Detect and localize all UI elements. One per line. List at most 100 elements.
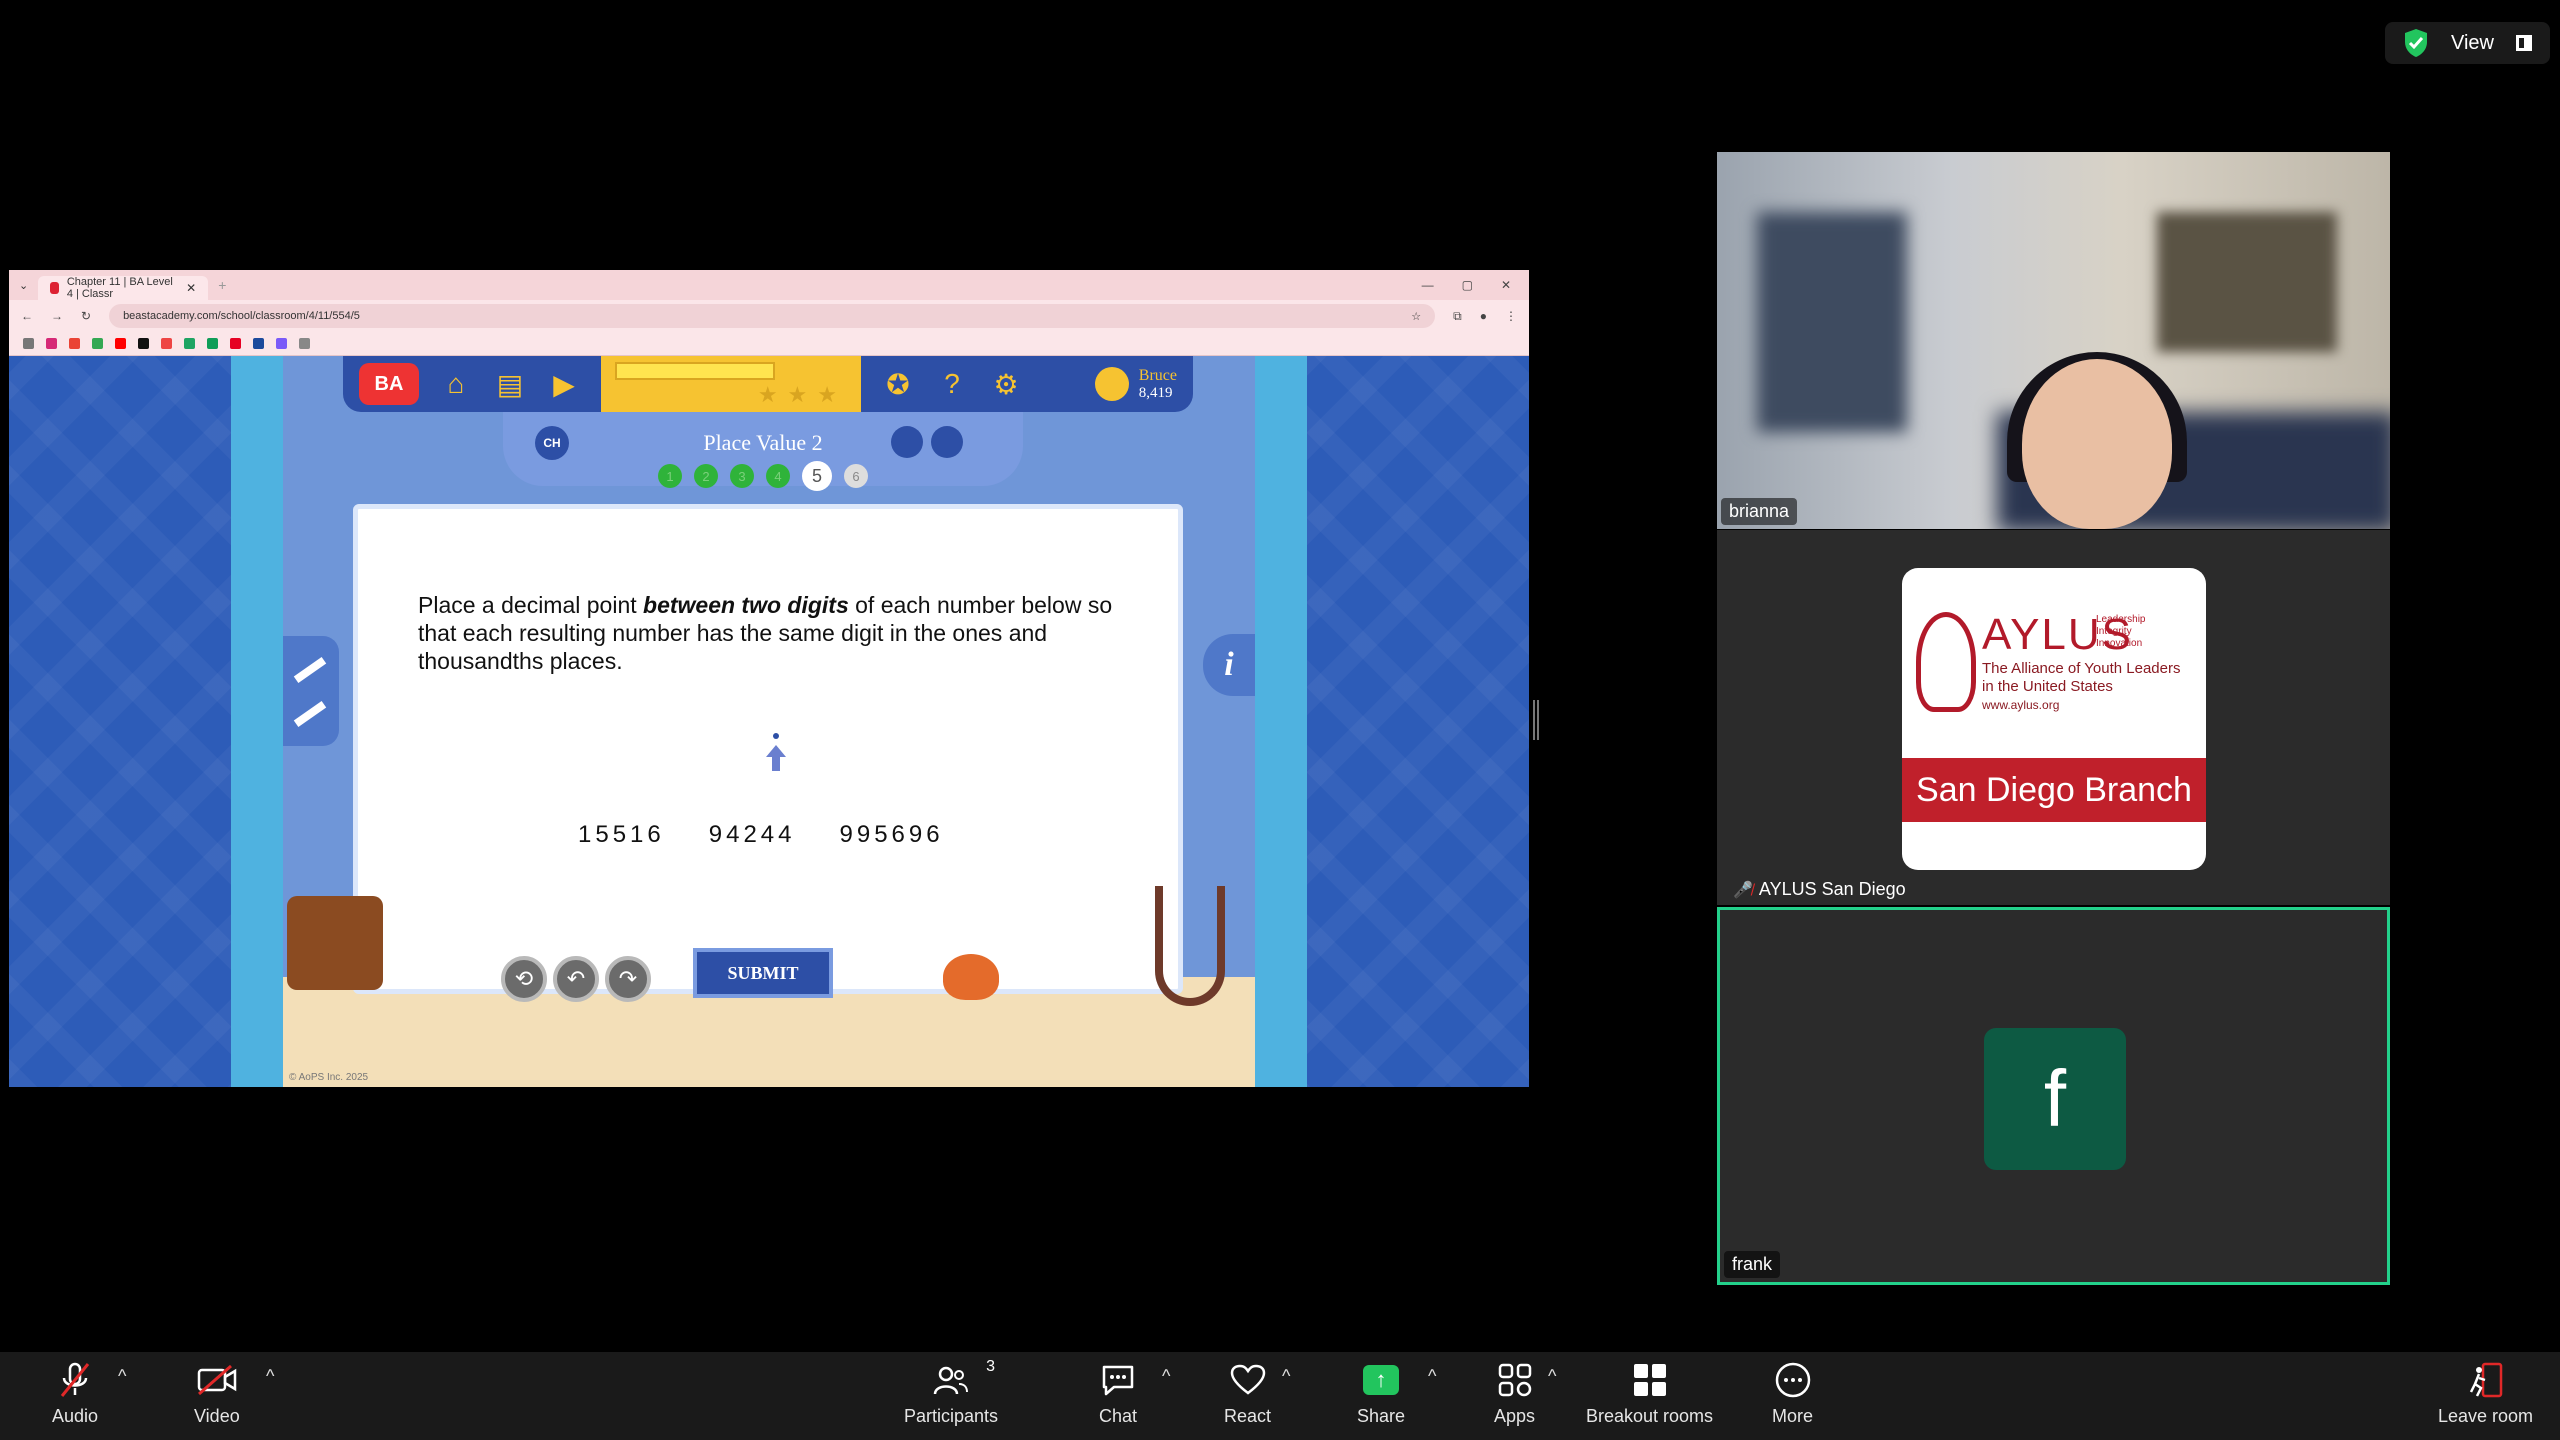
video-button[interactable]: Video: [194, 1360, 240, 1427]
tab-close-icon[interactable]: ✕: [186, 281, 196, 295]
info-button[interactable]: i: [1203, 634, 1255, 696]
url-text: beastacademy.com/school/classroom/4/11/5…: [123, 310, 360, 322]
breakout-label: Breakout rooms: [1586, 1406, 1714, 1426]
participant-name: frank: [1724, 1251, 1781, 1278]
apps-button[interactable]: Apps: [1494, 1360, 1535, 1427]
decimal-point-arrow-icon[interactable]: [764, 733, 788, 773]
folder-bookmark-icon[interactable]: [299, 338, 310, 349]
undo-icon[interactable]: ↶: [553, 956, 599, 1002]
video-options-caret-icon[interactable]: ^: [266, 1366, 274, 1387]
minimize-icon[interactable]: —: [1422, 278, 1434, 292]
chat-options-caret-icon[interactable]: ^: [1162, 1366, 1170, 1387]
new-tab-icon[interactable]: +: [218, 277, 226, 293]
shield-check-icon: [2405, 29, 2427, 57]
right-stripe: [1255, 356, 1307, 1087]
browser-toolbar: ← → ↻ beastacademy.com/school/classroom/…: [9, 300, 1529, 332]
close-window-icon[interactable]: ✕: [1501, 278, 1511, 292]
avatar: f: [1984, 1028, 2126, 1170]
breakout-rooms-button[interactable]: Breakout rooms: [1586, 1360, 1713, 1427]
bookmark-icon[interactable]: [276, 338, 287, 349]
browser-menu-icon[interactable]: ⋮: [1505, 309, 1517, 323]
play-video-icon[interactable]: [891, 426, 923, 458]
chat-button[interactable]: Chat: [1098, 1360, 1138, 1427]
forward-icon[interactable]: →: [51, 309, 63, 323]
apps-bookmark-icon[interactable]: [23, 338, 34, 349]
share-options-caret-icon[interactable]: ^: [1428, 1366, 1436, 1387]
video-tile-aylus[interactable]: AYLUS Leadership Integrity Innovation The …: [1717, 530, 2390, 905]
bookmark-icon[interactable]: [161, 338, 172, 349]
more-button[interactable]: More: [1772, 1360, 1813, 1427]
step-dot[interactable]: 2: [694, 464, 718, 488]
audio-label: Audio: [52, 1406, 99, 1426]
step-dot[interactable]: 6: [844, 464, 868, 488]
number-item[interactable]: 995696: [840, 821, 944, 849]
classroom-bookmark-icon[interactable]: [92, 338, 103, 349]
drawing-tools[interactable]: [283, 636, 339, 746]
share-button[interactable]: ↑ Share: [1357, 1360, 1405, 1427]
home-icon[interactable]: ⌂: [439, 367, 473, 401]
number-item[interactable]: 15516: [578, 821, 665, 849]
step-dot[interactable]: 4: [766, 464, 790, 488]
crab-decoration: [943, 954, 999, 1000]
participant-name: brianna: [1721, 498, 1798, 525]
browser-tab[interactable]: Chapter 11 | BA Level 4 | Classr ✕: [38, 276, 209, 300]
guide-book-icon[interactable]: [931, 426, 963, 458]
react-options-caret-icon[interactable]: ^: [1282, 1366, 1290, 1387]
copyright-text: © AoPS Inc. 2025: [289, 1072, 369, 1083]
pinterest-bookmark-icon[interactable]: [230, 338, 241, 349]
left-stripe: [231, 356, 283, 1087]
instagram-bookmark-icon[interactable]: [46, 338, 57, 349]
settings-gear-icon[interactable]: ⚙: [989, 367, 1023, 401]
more-label: More: [1772, 1406, 1814, 1426]
step-dot[interactable]: 1: [658, 464, 682, 488]
bookmarks-bar: [9, 332, 1529, 356]
user-profile[interactable]: Bruce 8,419: [1094, 367, 1177, 402]
number-item[interactable]: 94244: [709, 821, 796, 849]
award-icon[interactable]: ✪: [881, 367, 915, 401]
step-dot-current[interactable]: 5: [802, 461, 832, 491]
help-icon[interactable]: ?: [935, 367, 969, 401]
leave-label: Leave room: [2438, 1406, 2534, 1426]
audio-button[interactable]: Audio: [52, 1360, 98, 1427]
step-dot[interactable]: 3: [730, 464, 754, 488]
pencil-eraser-icon[interactable]: [283, 636, 339, 746]
profile-icon[interactable]: ●: [1480, 309, 1487, 323]
participants-label: Participants: [904, 1406, 999, 1426]
progress-fill: [615, 362, 775, 380]
bookmark-icon[interactable]: [207, 338, 218, 349]
window-controls: — ▢ ✕: [1422, 278, 1519, 292]
restore-icon[interactable]: ▢: [1462, 278, 1473, 292]
resize-handle[interactable]: [1533, 700, 1539, 740]
participant-name: 🎤̸ AYLUS San Diego: [1733, 879, 1906, 899]
star-rating-icon: ★★★: [757, 382, 847, 407]
video-tile-frank[interactable]: f frank: [1717, 907, 2390, 1285]
tab-menu-icon[interactable]: ⌄: [19, 279, 28, 292]
video-icon[interactable]: ▶: [547, 367, 581, 401]
address-bar[interactable]: beastacademy.com/school/classroom/4/11/5…: [109, 304, 1436, 328]
participants-button[interactable]: 3 Participants: [904, 1358, 999, 1427]
video-tile-brianna[interactable]: brianna: [1717, 152, 2390, 529]
reload-icon[interactable]: ↻: [81, 309, 91, 323]
bookmark-icon[interactable]: [253, 338, 264, 349]
leave-room-button[interactable]: Leave room: [2438, 1360, 2533, 1427]
extensions-icon[interactable]: ⧉: [1453, 309, 1462, 324]
game-navbar: BA ⌂ ▤ ▶ ★★★ ✪ ? ⚙ Bruce 8,419: [343, 356, 1193, 412]
apps-options-caret-icon[interactable]: ^: [1548, 1366, 1556, 1387]
view-control[interactable]: View: [2385, 22, 2550, 64]
gmail-bookmark-icon[interactable]: [69, 338, 80, 349]
youtube-bookmark-icon[interactable]: [115, 338, 126, 349]
view-layout-icon[interactable]: [2516, 35, 2532, 51]
ba-logo[interactable]: BA: [359, 363, 419, 405]
submit-button[interactable]: SUBMIT: [693, 948, 833, 998]
bookmark-icon[interactable]: [138, 338, 149, 349]
bookmark-star-icon[interactable]: ☆: [1411, 310, 1421, 323]
view-label[interactable]: View: [2451, 32, 2494, 55]
redo-icon[interactable]: ↷: [605, 956, 651, 1002]
audio-options-caret-icon[interactable]: ^: [118, 1366, 126, 1387]
drive-bookmark-icon[interactable]: [184, 338, 195, 349]
back-icon[interactable]: ←: [21, 309, 33, 323]
reset-icon[interactable]: ⟲: [501, 956, 547, 1002]
book-icon[interactable]: ▤: [493, 367, 527, 401]
react-button[interactable]: React: [1224, 1360, 1271, 1427]
tab-title: Chapter 11 | BA Level 4 | Classr: [66, 276, 173, 300]
